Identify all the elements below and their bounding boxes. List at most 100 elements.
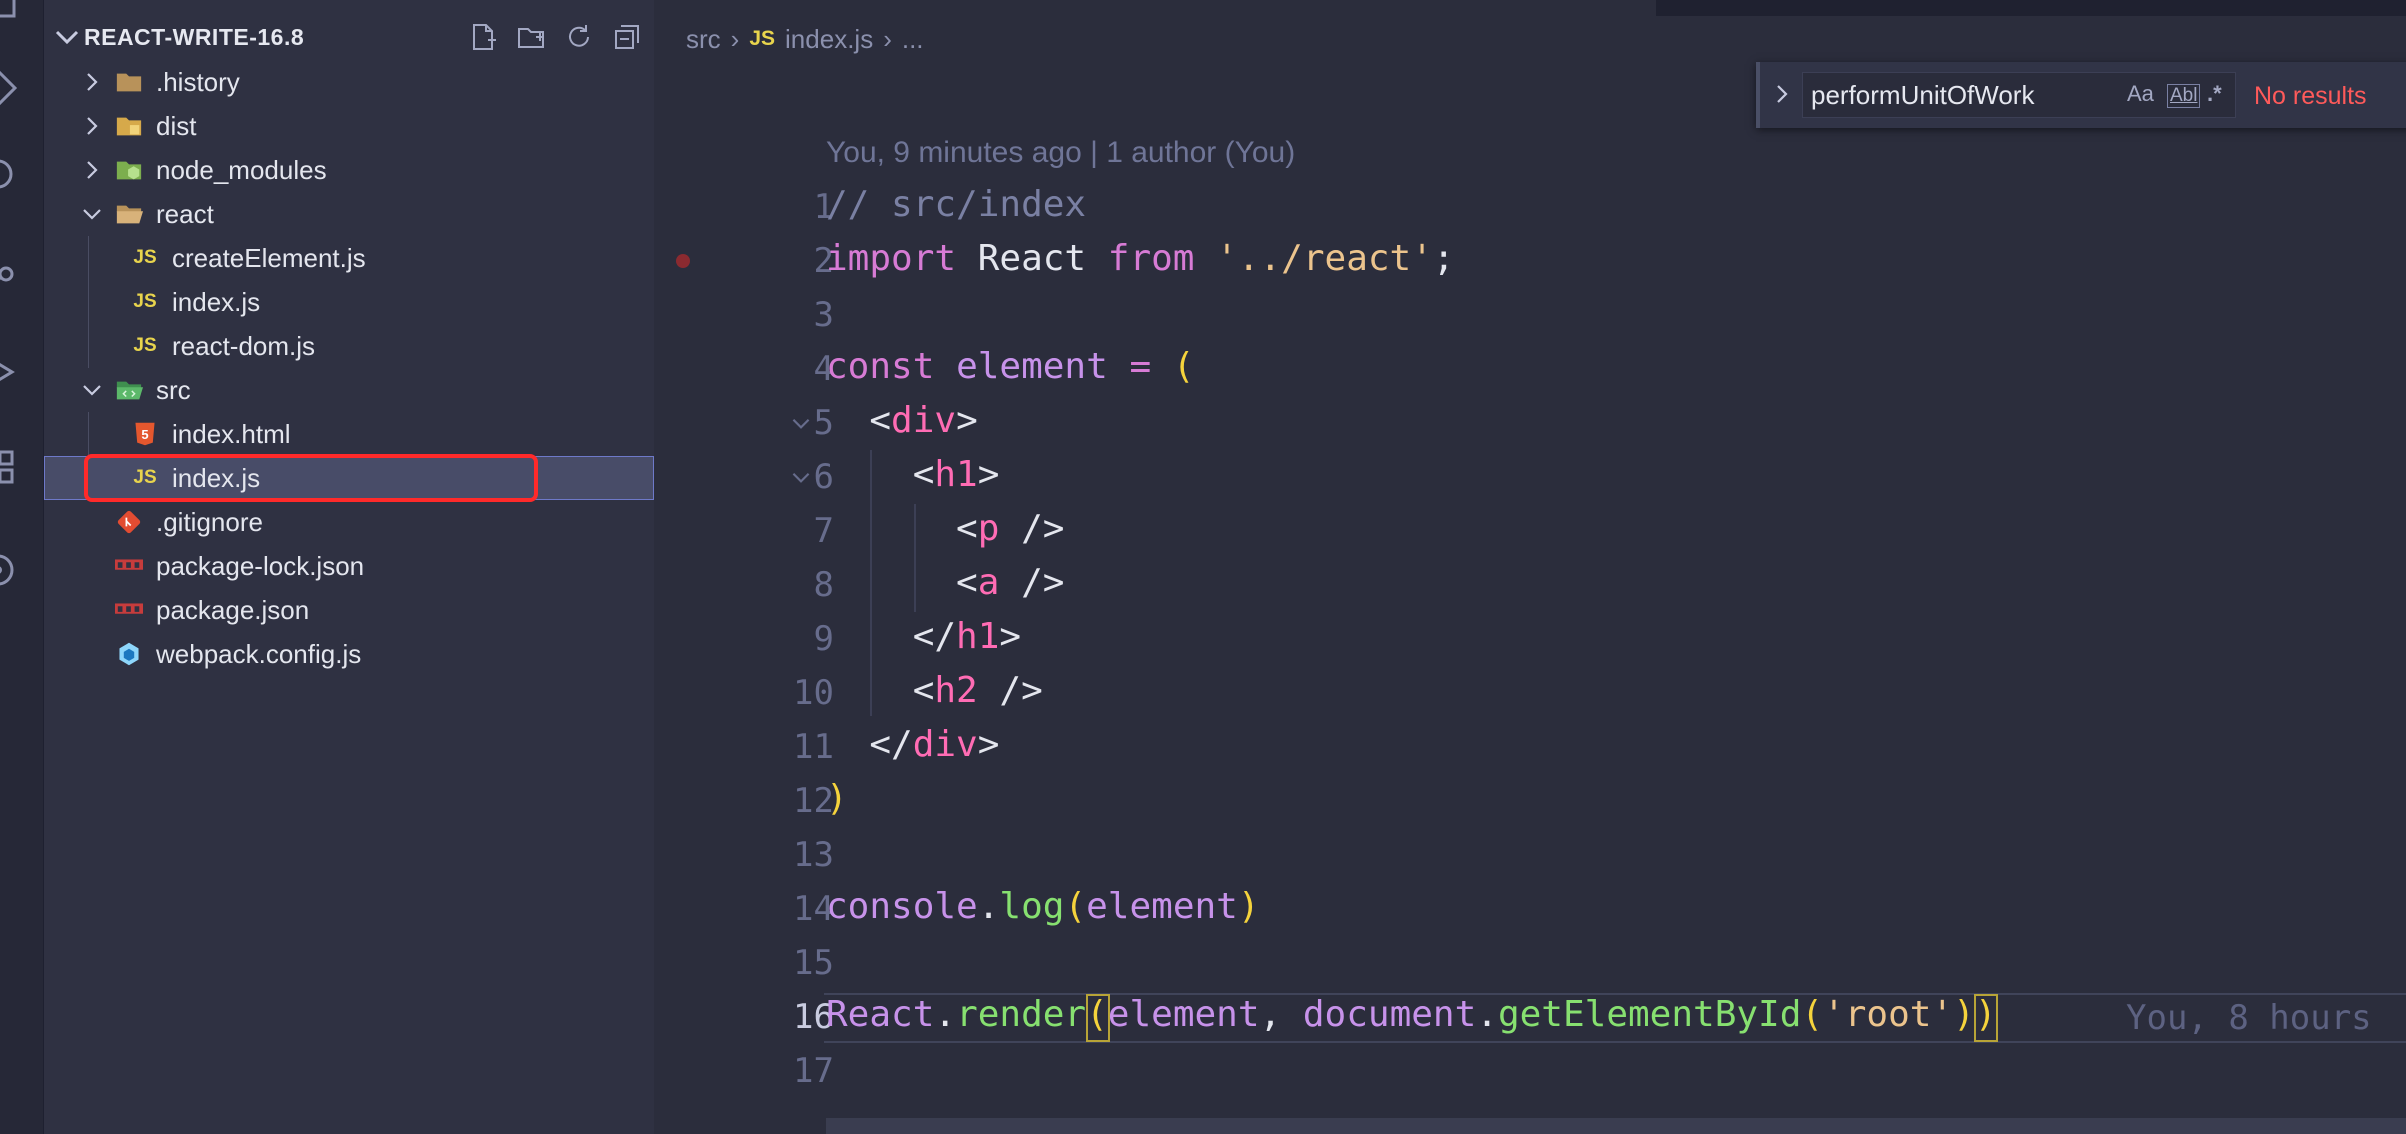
collapse-all-icon (615, 25, 639, 49)
horizontal-scrollbar[interactable] (826, 1118, 2406, 1134)
line-number: 11 (793, 727, 834, 767)
tree-file-package-lock-json[interactable]: package-lock.json (44, 544, 654, 588)
tree-item-label: createElement.js (172, 242, 366, 273)
chevron-right-icon (87, 161, 98, 179)
explorer-sidebar: REACT-WRITE-16.8 .history dist node_modu… (44, 0, 654, 1134)
chevron-down-icon (83, 385, 101, 396)
tree-item-label: react-dom.js (172, 330, 316, 361)
whole-word-toggle[interactable]: Abl (2167, 84, 2201, 108)
new-file-button[interactable] (464, 18, 502, 56)
tree-file-webpack-config-js[interactable]: webpack.config.js (44, 632, 654, 676)
workspace-title[interactable]: REACT-WRITE-16.8 (84, 24, 304, 51)
red-highlight-annotation (84, 454, 538, 502)
tree-folder-react[interactable]: react (44, 192, 654, 236)
run-debug-icon[interactable] (0, 352, 18, 392)
tree-folder-src[interactable]: src (44, 368, 654, 412)
html5-file-icon: 5 (130, 419, 160, 449)
inline-git-blame: You, 8 hours (2126, 998, 2372, 1038)
code-line-4[interactable]: const element = ( (826, 346, 1195, 387)
line-number-active: 16 (793, 997, 834, 1037)
breadcrumb-separator-icon: › (883, 23, 892, 54)
source-control-icon[interactable] (0, 154, 18, 194)
extensions-icon[interactable] (0, 448, 18, 488)
code-line-14[interactable]: console.log(element) (826, 886, 1260, 927)
fold-chevron-icon[interactable] (788, 410, 814, 436)
line-number: 7 (813, 511, 834, 551)
code-editor[interactable]: src › JS index.js › ... Aa Abl .* No res… (654, 0, 2406, 1134)
git-file-icon (114, 507, 144, 537)
tree-item-label: dist (156, 110, 197, 141)
collapse-all-button[interactable] (608, 18, 646, 56)
find-input-box: Aa Abl .* (1802, 72, 2236, 118)
tree-file-package-json[interactable]: package.json (44, 588, 654, 632)
folder-src-icon (114, 375, 144, 405)
git-graph-icon[interactable] (0, 258, 18, 298)
line-number: 1 (813, 187, 834, 227)
refresh-explorer-button[interactable] (560, 18, 598, 56)
line-number: 14 (793, 889, 834, 929)
new-file-icon (473, 24, 496, 50)
line-number: 5 (813, 403, 834, 443)
code-line-8[interactable]: <a /> (826, 562, 1064, 603)
remote-explorer-icon[interactable] (0, 550, 18, 590)
new-folder-button[interactable] (512, 18, 550, 56)
tree-file-index-html[interactable]: 5 index.html (44, 412, 654, 456)
tree-item-label: index.html (172, 418, 291, 449)
breadcrumb-symbols[interactable]: ... (902, 24, 924, 55)
chevron-down-icon (83, 209, 101, 220)
fold-chevron-icon[interactable] (788, 464, 814, 490)
tree-item-label: .history (156, 66, 240, 97)
tree-folder-dist[interactable]: dist (44, 104, 654, 148)
breadcrumb-src[interactable]: src (686, 24, 721, 55)
js-file-icon: JS (133, 335, 157, 356)
js-file-icon: JS (133, 291, 157, 312)
match-case-toggle[interactable]: Aa (2127, 81, 2154, 107)
code-line-6[interactable]: <h1> (826, 454, 1000, 495)
code-line-9[interactable]: </h1> (826, 616, 1021, 657)
git-blame-header[interactable]: You, 9 minutes ago | 1 author (You) (826, 136, 1295, 170)
files-icon[interactable] (0, 0, 18, 22)
search-icon[interactable] (0, 68, 18, 108)
tree-file-react-index-js[interactable]: JS index.js (44, 280, 654, 324)
tree-file-gitignore[interactable]: .gitignore (44, 500, 654, 544)
chevron-down-icon[interactable] (52, 22, 82, 52)
tree-item-label: package-lock.json (156, 550, 365, 581)
find-result-status: No results (2254, 82, 2367, 110)
chevron-right-icon (87, 73, 98, 91)
refresh-icon (569, 25, 589, 47)
regex-toggle[interactable]: .* (2207, 81, 2222, 107)
line-number: 4 (813, 349, 834, 389)
line-number: 9 (813, 619, 834, 659)
breadcrumb: src › JS index.js › ... (686, 22, 924, 56)
code-line-10[interactable]: <h2 /> (826, 670, 1043, 711)
breadcrumb-file[interactable]: index.js (785, 24, 873, 55)
tree-item-label: node_modules (156, 154, 327, 185)
code-line-11[interactable]: </div> (826, 724, 999, 765)
tree-item-label: package.json (156, 594, 310, 625)
breakpoint-hint-dot[interactable] (676, 254, 690, 268)
code-line-12[interactable]: ) (826, 778, 848, 819)
code-line-16[interactable]: React.render(element, document.getElemen… (826, 994, 1997, 1035)
breadcrumb-separator-icon: › (730, 23, 740, 54)
code-line-1[interactable]: // src/index (826, 184, 1086, 225)
tree-file-createelement-js[interactable]: JS createElement.js (44, 236, 654, 280)
tree-file-react-dom-js[interactable]: JS react-dom.js (44, 324, 654, 368)
tree-item-label: webpack.config.js (156, 638, 362, 669)
code-line-7[interactable]: <p /> (826, 508, 1064, 549)
js-file-icon: JS (133, 247, 157, 268)
find-input[interactable] (1811, 80, 2071, 110)
line-number: 3 (813, 295, 834, 335)
toggle-replace-chevron-icon[interactable] (1770, 82, 1794, 106)
npm-file-icon (114, 551, 144, 581)
line-number: 10 (793, 673, 834, 713)
folder-dist-icon (114, 111, 144, 141)
activity-bar (0, 0, 44, 1134)
tree-folder-node-modules[interactable]: node_modules (44, 148, 654, 192)
chevron-right-icon (87, 117, 98, 135)
new-folder-icon (518, 28, 544, 48)
folder-node-icon (114, 155, 144, 185)
tree-folder-history[interactable]: .history (44, 60, 654, 104)
code-line-5[interactable]: <div> (826, 400, 977, 441)
line-number: 8 (813, 565, 834, 605)
code-line-2[interactable]: import React from '../react'; (826, 238, 1455, 279)
